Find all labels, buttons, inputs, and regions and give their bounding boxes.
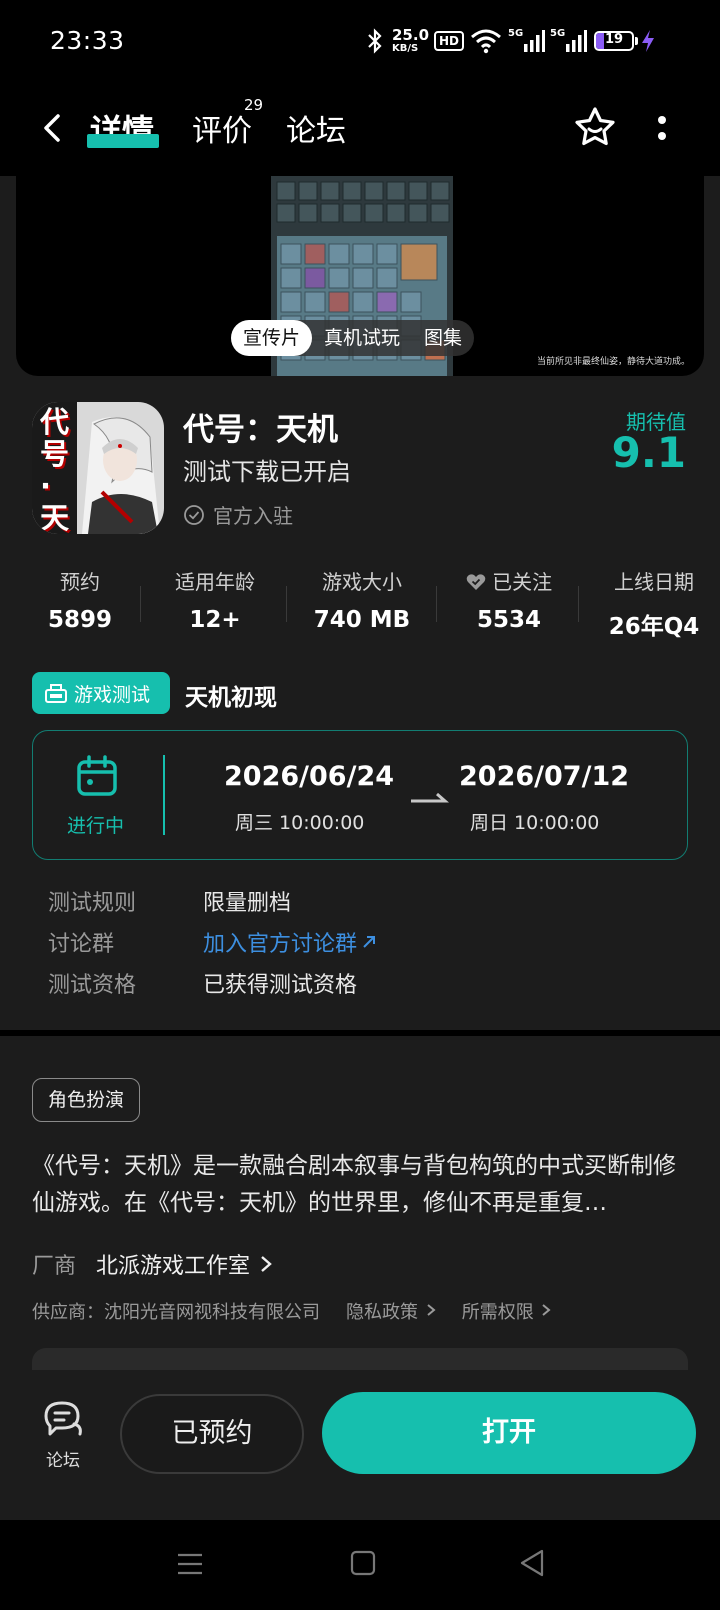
forum-button[interactable]: 论坛 [38,1400,88,1471]
media-banner[interactable]: 宣传片 真机试玩 图集 当前所见非最终仙姿，静待大道功成。 [16,176,704,376]
wifi-icon [470,26,502,56]
game-description[interactable]: 《代号：天机》是一款融合剧本叙事与背包构筑的中式买断制修仙游戏。在《代号：天机》… [32,1148,692,1222]
developer-label: 厂商 [32,1254,77,1279]
review-count-badge: 29 [244,96,264,114]
stat-label: 上线日期 [614,570,694,594]
app-icon-title: 代号·天机 [40,405,70,534]
tab-reviews-label: 评价 [192,114,252,149]
stat-game-size: 游戏大小 740 MB [302,566,422,633]
heart-check-icon [466,574,486,590]
system-nav-bar [0,1520,720,1610]
chevron-right-icon [542,1304,552,1316]
stat-value: 12+ [189,607,241,633]
banner-caption: 当前所见非最终仙姿，静待大道功成。 [536,357,690,367]
test-icon [45,684,67,703]
supplier-row: 供应商：沈阳光音网视科技有限公司 隐私政策 所需权限 [32,1298,553,1324]
stat-release-date: 上线日期 26年Q4 [592,566,716,641]
favorite-star-icon[interactable] [572,104,618,150]
stat-value: 5899 [47,607,112,633]
stat-value: 5534 [476,607,541,633]
media-tab-bar: 宣传片 真机试玩 图集 [231,320,475,356]
expectation-score: 9.1 [611,428,686,477]
calendar-icon [76,755,118,801]
test-period-card: 进行中 2026/06/24 周三 10:00:00 2026/07/12 周日… [32,730,688,860]
app-name: 代号：天机 [183,412,338,448]
bluetooth-icon [366,26,384,56]
stat-label: 预约 [60,570,100,594]
forum-chat-icon [44,1401,82,1436]
developer-name: 北派游戏工作室 [96,1254,251,1279]
permissions-link[interactable]: 所需权限 [462,1298,554,1324]
tab-forum[interactable]: 论坛 [286,106,346,150]
status-bar: 23:33 25.0 KB/S HD 5G 5G 19 [0,0,720,86]
stat-divider [578,586,579,622]
start-date: 2026/06/24 [224,761,395,792]
stat-value: 26年Q4 [608,614,700,640]
forum-label: 论坛 [46,1451,80,1471]
home-square-icon[interactable] [350,1550,376,1580]
stat-divider [140,586,141,622]
status-time: 23:33 [50,26,125,55]
info-value: 限量删档 [203,891,292,916]
active-tab-indicator [87,134,159,148]
media-tab-gameplay[interactable]: 真机试玩 [312,320,412,356]
signal-icon-1: 5G [508,26,546,56]
chevron-right-icon [261,1256,272,1272]
app-subtitle: 测试下载已开启 [183,458,351,486]
info-value: 已获得测试资格 [203,973,358,998]
signal-icon-2: 5G [550,26,588,56]
game-test-label: 游戏测试 [74,683,151,706]
media-tab-trailer[interactable]: 宣传片 [231,320,313,356]
stat-age-rating: 适用年龄 12+ [160,566,270,633]
start-time: 周三 10:00:00 [235,812,365,834]
stat-reservations: 预约 5899 [40,566,120,633]
charging-icon [640,26,656,56]
stat-followers[interactable]: 已关注 5534 [454,566,564,633]
back-arrow-icon[interactable] [38,108,68,148]
privacy-policy-link[interactable]: 隐私政策 [346,1298,438,1324]
external-link-icon [363,936,376,948]
stat-label: 已关注 [454,566,564,595]
supplier-text: 供应商：沈阳光音网视科技有限公司 [32,1302,320,1323]
genre-tag[interactable]: 角色扮演 [32,1078,141,1122]
card-divider [163,755,165,835]
check-circle-icon [184,504,204,525]
battery-icon: 19 [594,26,638,56]
info-key: 测试资格 [48,973,137,998]
game-test-badge: 游戏测试 [32,672,170,714]
official-label: 官方入驻 [213,504,293,528]
media-tab-gallery[interactable]: 图集 [412,320,474,356]
bottom-action-bar: 论坛 已预约 打开 [0,1370,720,1520]
stat-divider [286,586,287,622]
recents-menu-icon[interactable] [176,1550,204,1582]
stats-row: 预约 5899 适用年龄 12+ 游戏大小 740 MB 已关注 5534 上线… [0,566,720,640]
back-triangle-icon[interactable] [518,1548,546,1582]
info-key: 讨论群 [48,932,115,957]
info-key: 测试规则 [48,891,137,916]
official-badge: 官方入驻 [183,500,293,529]
join-group-link[interactable]: 加入官方讨论群 [203,926,377,958]
test-title: 天机初现 [185,685,277,711]
stat-value: 740 MB [313,607,411,633]
top-nav: 详情 评价 29 论坛 [0,86,720,176]
open-button[interactable]: 打开 [322,1392,696,1474]
developer-row[interactable]: 厂商 北派游戏工作室 [32,1248,276,1280]
hd-icon: HD [434,26,465,56]
net-speed: 25.0 KB/S [392,26,430,55]
test-status: 进行中 [67,815,125,837]
stat-label: 适用年龄 [175,570,255,594]
chevron-right-icon [427,1304,436,1316]
stat-label: 游戏大小 [322,570,402,594]
app-icon: 代号·天机 [32,402,164,534]
end-time: 周日 10:00:00 [470,812,600,834]
tab-reviews[interactable]: 评价 29 [192,96,263,150]
stat-divider [436,586,437,622]
end-date: 2026/07/12 [459,761,630,792]
more-options-icon[interactable] [654,112,670,148]
arrow-right-icon [409,789,449,808]
reserved-button[interactable]: 已预约 [120,1394,304,1474]
